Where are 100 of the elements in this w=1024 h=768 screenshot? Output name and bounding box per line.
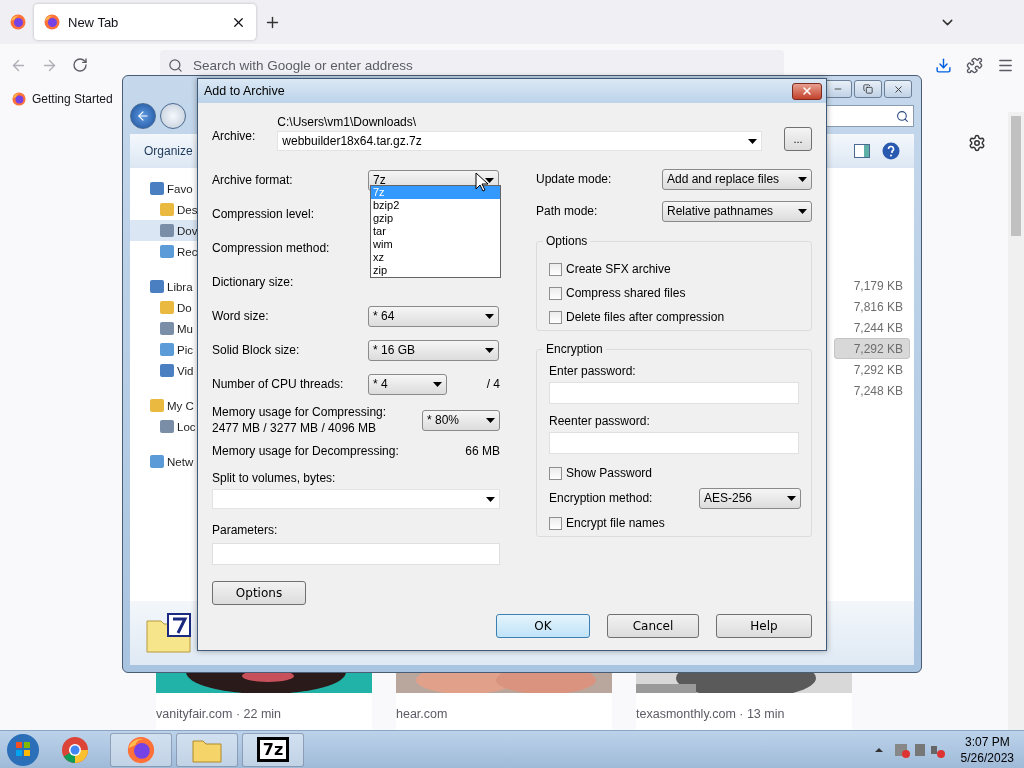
dropdown-caret-icon [748, 138, 757, 144]
settings-icon[interactable] [968, 134, 986, 152]
download-icon[interactable] [935, 56, 952, 74]
dialog-button[interactable]: Cancel [607, 614, 699, 638]
story-card[interactable]: hear.com [396, 672, 612, 730]
field-label: Memory usage for Compressing: [212, 405, 388, 419]
field-label: Dictionary size: [212, 275, 295, 289]
restore-button[interactable] [854, 80, 882, 98]
file-size[interactable]: 7,816 KB [834, 296, 910, 317]
dropdown-caret-icon [486, 496, 495, 502]
checkbox[interactable] [549, 466, 562, 480]
file-size[interactable]: 7,292 KB [834, 359, 910, 380]
story-source: hear.com [396, 706, 448, 721]
dropdown[interactable]: * 4 [368, 373, 447, 395]
dropdown[interactable]: Add and replace files [662, 168, 812, 190]
dropdown-caret-icon [433, 381, 442, 387]
nav-item[interactable]: Netw [130, 451, 198, 472]
fox-logo-icon [12, 92, 26, 106]
nav-item[interactable]: Favo [130, 178, 198, 199]
parameters-field[interactable] [212, 543, 500, 565]
nav-item[interactable]: Loc [130, 416, 198, 437]
dropdown[interactable]: * 64 [368, 305, 499, 327]
password-field[interactable] [549, 382, 799, 404]
dropdown[interactable]: * 16 GB [368, 339, 499, 361]
scrollbar[interactable] [1008, 112, 1024, 730]
dropdown-caret-icon [485, 347, 494, 353]
forward-button[interactable] [160, 103, 186, 129]
dialog-button[interactable]: Help [716, 614, 812, 638]
memory-reading: 66 MB [465, 444, 500, 458]
field-label: Solid Block size: [212, 343, 301, 357]
group-title: Options [543, 234, 591, 248]
organize-menu[interactable]: Organize [144, 144, 193, 158]
file-size[interactable]: 7,248 KB [834, 380, 910, 401]
checkbox-label: Show Password [566, 466, 653, 480]
archive-path: C:\Users\vm1\Downloads\ [277, 115, 418, 129]
file-size[interactable]: 7,244 KB [834, 317, 910, 338]
dialog-button[interactable]: OK [496, 614, 590, 638]
story-source: vanityfair.com · 22 min [156, 706, 282, 721]
dropdown[interactable]: AES-256 [699, 487, 801, 509]
checkbox[interactable] [549, 516, 562, 530]
nav-item[interactable]: My C [130, 395, 198, 416]
nav-item[interactable]: Mu [130, 318, 198, 339]
field-label: Archive: [212, 129, 256, 145]
taskbar-app[interactable] [176, 732, 238, 767]
checkbox[interactable] [549, 310, 562, 324]
file-size[interactable]: 7,179 KB [834, 275, 910, 296]
checkbox-label: Encrypt file names [566, 516, 665, 530]
taskbar-app[interactable]: 7z [242, 732, 304, 767]
story-card[interactable]: texasmonthly.com · 13 min [636, 672, 852, 730]
nav-item[interactable]: Rec [130, 241, 198, 262]
field-label: Update mode: [536, 172, 613, 186]
browser-tab[interactable]: New Tab [34, 4, 256, 40]
taskbar-app[interactable] [110, 732, 172, 767]
checkbox[interactable] [549, 262, 562, 276]
back-button[interactable] [130, 103, 156, 129]
checkbox-label: Compress shared files [566, 286, 686, 300]
dropdown-caret-icon [485, 177, 494, 183]
story-card[interactable]: vanityfair.com · 22 min [156, 672, 372, 730]
fox-logo-icon [127, 735, 155, 764]
fox-logo-icon [10, 14, 26, 30]
file-size[interactable]: 7,292 KB [834, 338, 910, 359]
start-button-icon[interactable] [6, 732, 40, 767]
field-label: Archive format: [212, 173, 294, 187]
dropdown[interactable]: * 80% [422, 409, 500, 431]
clock-time: 3:07 PM [964, 733, 1010, 750]
bookmark-link[interactable]: Getting Started [32, 92, 113, 106]
nav-item[interactable]: Vid [130, 360, 198, 381]
reload-icon[interactable] [72, 57, 88, 73]
thread-count: / 4 [486, 377, 500, 391]
nav-item[interactable]: Dov [130, 220, 198, 241]
archive-name-field[interactable]: webbuilder18x64.tar.gz.7z [277, 131, 762, 151]
field-label: Reenter password: [549, 414, 651, 428]
restore-icon [863, 84, 873, 94]
help-icon[interactable] [882, 142, 900, 160]
nav-item[interactable]: Pic [130, 339, 198, 360]
dropdown[interactable]: Relative pathnames [662, 200, 812, 222]
extensions-icon[interactable] [966, 56, 983, 74]
archive-folder-icon [146, 613, 192, 653]
checkbox-label: Create SFX archive [566, 262, 671, 276]
password-field[interactable] [549, 432, 799, 454]
chrome-logo-icon [61, 735, 89, 764]
field-label: Word size: [212, 309, 270, 323]
field-label: Path mode: [536, 204, 599, 218]
options-button[interactable]: Options [212, 581, 306, 605]
close-icon [801, 85, 813, 97]
preview-pane-icon[interactable] [854, 144, 870, 158]
field-label: Compression level: [212, 207, 316, 221]
dropdown-caret-icon [486, 417, 495, 423]
search-icon [896, 109, 909, 123]
nav-item[interactable]: Libra [130, 276, 198, 297]
nav-item[interactable]: Do [130, 297, 198, 318]
nav-item[interactable]: Des [130, 199, 198, 220]
field-label: Enter password: [549, 364, 637, 378]
checkbox[interactable] [549, 286, 562, 300]
close-button[interactable] [792, 82, 822, 100]
story-source: texasmonthly.com · 13 min [636, 706, 785, 721]
browse-button[interactable]: ... [784, 127, 812, 151]
memory-usage: 2477 MB / 3277 MB / 4096 MB [212, 421, 378, 435]
back-arrow-icon [136, 109, 150, 123]
field-label: Split to volumes, bytes: [212, 471, 337, 485]
